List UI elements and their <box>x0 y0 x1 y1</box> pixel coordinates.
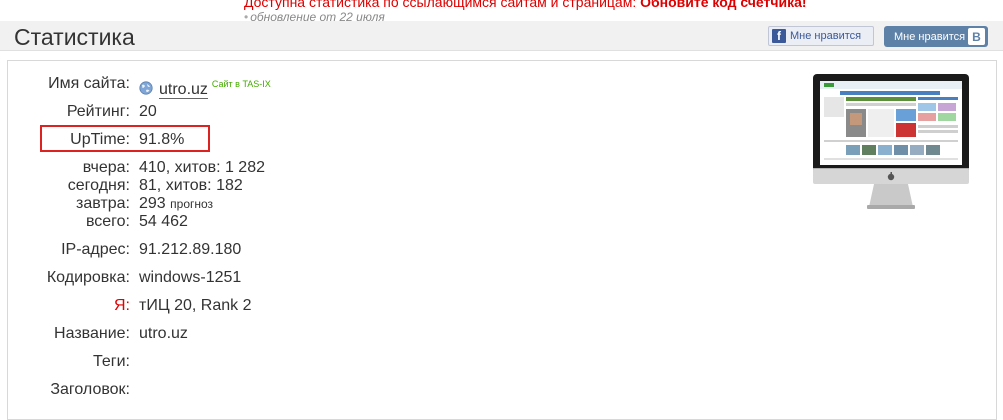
forecast-note: прогноз <box>170 197 214 211</box>
yesterday-value: 410, хитов: 1 282 <box>139 159 265 176</box>
site-preview-imac[interactable] <box>812 73 970 213</box>
yandex-label: Я: <box>114 297 130 315</box>
site-name-label: Имя сайта: <box>48 75 130 92</box>
yandex-value: тИЦ 20, Rank 2 <box>139 297 252 314</box>
ip-label: IP-адрес: <box>61 241 130 258</box>
uptime-highlight-box <box>40 125 210 152</box>
title-value: utro.uz <box>139 325 188 342</box>
update-counter-link[interactable]: Обновите код счетчика! <box>640 0 806 10</box>
today-value: 81, хитов: 182 <box>139 177 243 194</box>
tasix-badge: Сайт в TAS-IX <box>211 79 271 89</box>
encoding-value: windows-1251 <box>139 269 242 286</box>
heading-label: Заголовок: <box>50 381 130 398</box>
tomorrow-number: 293 <box>139 195 166 212</box>
total-value: 54 462 <box>139 213 188 230</box>
vk-like-button[interactable]: Мне нравится B <box>884 26 988 47</box>
header-bar: Статистика f Мне нравится Мне нравится B <box>0 21 1003 51</box>
rating-value: 20 <box>139 103 157 120</box>
vk-icon: B <box>968 28 985 45</box>
facebook-like-label: Мне нравится <box>790 30 862 42</box>
yesterday-label: вчера: <box>82 159 130 176</box>
vk-like-label: Мне нравится <box>894 30 966 43</box>
facebook-icon: f <box>772 29 786 43</box>
encoding-label: Кодировка: <box>46 269 130 286</box>
tomorrow-label: завтра: <box>76 195 130 212</box>
ip-value: 91.212.89.180 <box>139 241 242 258</box>
facebook-like-button[interactable]: f Мне нравится <box>768 26 874 46</box>
yandex-ya: Я: <box>114 297 130 314</box>
globe-icon <box>139 81 153 95</box>
tomorrow-value: 293 прогноз <box>139 195 213 213</box>
total-label: всего: <box>85 213 130 230</box>
top-notice: Доступна статистика по ссылающимся сайта… <box>244 0 807 10</box>
notice-text: Доступна статистика по ссылающимся сайта… <box>244 0 637 10</box>
title-label: Название: <box>54 325 130 342</box>
site-name-value: utro.uz Сайт в TAS-IX <box>139 75 271 99</box>
page-title: Статистика <box>14 24 135 50</box>
site-name-link[interactable]: utro.uz <box>159 81 208 99</box>
rating-label: Рейтинг: <box>66 103 130 120</box>
today-label: сегодня: <box>67 177 130 194</box>
tags-label: Теги: <box>93 353 130 370</box>
